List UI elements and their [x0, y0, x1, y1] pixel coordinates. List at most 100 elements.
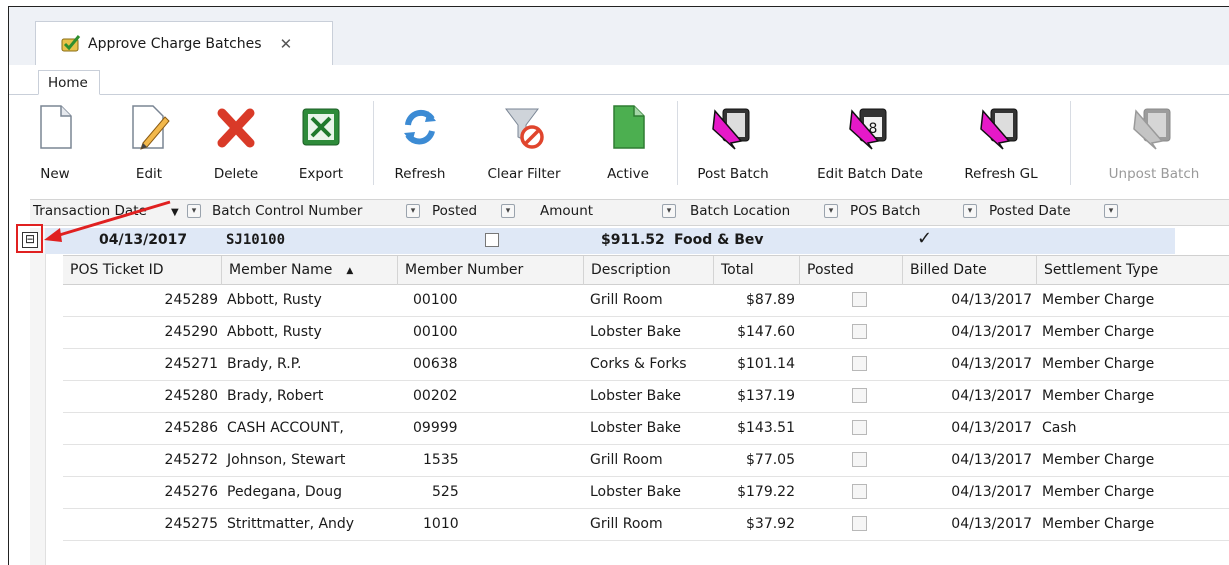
col-header-billed-date[interactable]: Billed Date: [903, 256, 1037, 286]
col-header-member-number[interactable]: Member Number: [398, 256, 584, 286]
grid-header: POS Ticket ID Member Name ▲ Member Number…: [63, 255, 1229, 286]
cell-description: Grill Room: [590, 292, 663, 308]
clear-filter-button[interactable]: Clear Filter: [476, 95, 572, 188]
cell-total: $179.22: [737, 484, 795, 500]
cell-member-name: Abbott, Rusty: [227, 324, 322, 340]
filter-dropdown-icon[interactable]: ▾: [824, 204, 838, 218]
close-icon[interactable]: ✕: [280, 35, 293, 53]
filter-col-amount[interactable]: Amount: [540, 203, 593, 219]
edit-label: Edit: [135, 166, 163, 182]
table-row[interactable]: 245271 Brady, R.P. 00638 Corks & Forks $…: [63, 349, 1229, 381]
filter-dropdown-icon[interactable]: ▾: [662, 204, 676, 218]
filter-col-posted-date[interactable]: Posted Date: [989, 203, 1071, 219]
filter-dropdown-icon[interactable]: ▾: [501, 204, 515, 218]
table-row[interactable]: 245275 Strittmatter, Andy 1010 Grill Roo…: [63, 509, 1229, 541]
ribbon-toolbar: New Edit Delete Export Refresh Clear Fil…: [30, 95, 1229, 188]
col-header-total[interactable]: Total: [714, 256, 800, 286]
group-row[interactable]: 04/13/2017 SJ10100 $911.52 Food & Bev ✓: [45, 228, 1175, 254]
post-batch-button[interactable]: Post Batch: [688, 95, 778, 188]
table-row[interactable]: 245272 Johnson, Stewart 1535 Grill Room …: [63, 445, 1229, 477]
refresh-icon: [404, 109, 436, 145]
tab-title: Approve Charge Batches: [88, 36, 262, 52]
cell-member-name: Johnson, Stewart: [227, 452, 346, 468]
cell-description: Lobster Bake: [590, 484, 682, 500]
posted-checkbox[interactable]: [852, 452, 867, 467]
unpost-batch-icon: [1133, 108, 1171, 150]
cell-pos-ticket-id: 245276: [164, 484, 218, 500]
group-filter-bar: Transaction Date ▼ ▾ Batch Control Numbe…: [30, 199, 1229, 226]
posted-checkbox[interactable]: [852, 420, 867, 435]
posted-checkbox[interactable]: [852, 324, 867, 339]
filter-col-pos-batch[interactable]: POS Batch: [850, 203, 920, 219]
cell-description: Grill Room: [590, 452, 663, 468]
cell-total: $101.14: [737, 356, 795, 372]
group-posted-checkbox[interactable]: [485, 233, 499, 247]
export-button[interactable]: Export: [290, 95, 352, 188]
posted-checkbox[interactable]: [852, 388, 867, 403]
cell-member-name: Strittmatter, Andy: [227, 516, 355, 532]
refresh-label: Refresh: [394, 166, 446, 182]
cell-member-name: CASH ACCOUNT,: [227, 420, 344, 436]
excel-icon: [302, 108, 340, 146]
cell-settlement-type: Member Charge: [1042, 452, 1155, 468]
refresh-gl-button[interactable]: Refresh GL: [956, 95, 1046, 188]
cell-member-name: Pedegana, Doug: [227, 484, 342, 500]
cell-total: $87.89: [746, 292, 795, 308]
table-row[interactable]: 245290 Abbott, Rusty 00100 Lobster Bake …: [63, 317, 1229, 349]
group-amount: $911.52: [601, 232, 665, 248]
cell-member-number: 1010: [423, 516, 459, 532]
unpost-batch-button[interactable]: Unpost Batch: [1098, 95, 1210, 188]
export-label: Export: [298, 166, 344, 182]
cell-billed-date: 04/13/2017: [951, 484, 1032, 500]
cell-total: $137.19: [737, 388, 795, 404]
edit-button[interactable]: Edit: [122, 95, 176, 188]
filter-col-posted[interactable]: Posted: [432, 203, 477, 219]
cell-settlement-type: Member Charge: [1042, 356, 1155, 372]
cell-pos-ticket-id: 245286: [164, 420, 218, 436]
cell-pos-ticket-id: 245272: [164, 452, 218, 468]
refresh-button[interactable]: Refresh: [386, 95, 454, 188]
col-header-member-name[interactable]: Member Name ▲: [222, 256, 398, 286]
group-pos-batch-check-icon[interactable]: ✓: [917, 230, 932, 248]
cell-settlement-type: Cash: [1042, 420, 1077, 436]
filter-dropdown-icon[interactable]: ▾: [406, 204, 420, 218]
annotation-arrow-icon: [44, 200, 171, 242]
edit-batch-date-label: Edit Batch Date: [817, 166, 923, 182]
filter-col-batch-control-number[interactable]: Batch Control Number: [212, 203, 362, 219]
active-button[interactable]: Active: [598, 95, 658, 188]
edit-batch-date-button[interactable]: 8 Edit Batch Date: [806, 95, 934, 188]
col-header-pos-ticket-id[interactable]: POS Ticket ID: [63, 256, 222, 286]
filter-dropdown-icon[interactable]: ▾: [963, 204, 977, 218]
table-row[interactable]: 245280 Brady, Robert 00202 Lobster Bake …: [63, 381, 1229, 413]
delete-button[interactable]: Delete: [208, 95, 264, 188]
posted-checkbox[interactable]: [852, 356, 867, 371]
cell-total: $147.60: [737, 324, 795, 340]
cell-settlement-type: Member Charge: [1042, 292, 1155, 308]
toolbar-separator: [677, 101, 678, 185]
cell-billed-date: 04/13/2017: [951, 388, 1032, 404]
filter-dropdown-icon[interactable]: ▾: [187, 204, 201, 218]
filter-col-batch-location[interactable]: Batch Location: [690, 203, 790, 219]
table-row[interactable]: 245286 CASH ACCOUNT, 09999 Lobster Bake …: [63, 413, 1229, 445]
filter-dropdown-icon[interactable]: ▾: [1104, 204, 1118, 218]
refresh-gl-icon: [980, 108, 1018, 150]
col-header-description[interactable]: Description: [584, 256, 714, 286]
new-button[interactable]: New: [30, 95, 80, 188]
document-tabstrip: Approve Charge Batches ✕: [9, 7, 1229, 66]
col-header-settlement-type[interactable]: Settlement Type: [1037, 256, 1229, 286]
cell-description: Lobster Bake: [590, 420, 682, 436]
posted-checkbox[interactable]: [852, 484, 867, 499]
col-header-member-name-label: Member Name: [229, 262, 333, 278]
tab-home[interactable]: Home: [38, 70, 100, 95]
cell-billed-date: 04/13/2017: [951, 292, 1032, 308]
table-row[interactable]: 245276 Pedegana, Doug 525 Lobster Bake $…: [63, 477, 1229, 509]
col-header-posted[interactable]: Posted: [800, 256, 903, 286]
posted-checkbox[interactable]: [852, 292, 867, 307]
cell-member-number: 00100: [413, 324, 458, 340]
tab-approve-charge-batches[interactable]: Approve Charge Batches ✕: [35, 21, 333, 66]
sort-asc-icon: ▲: [346, 266, 354, 276]
posted-checkbox[interactable]: [852, 516, 867, 531]
unpost-batch-label: Unpost Batch: [1108, 166, 1200, 182]
table-row[interactable]: 245289 Abbott, Rusty 00100 Grill Room $8…: [63, 285, 1229, 317]
cell-settlement-type: Member Charge: [1042, 516, 1155, 532]
